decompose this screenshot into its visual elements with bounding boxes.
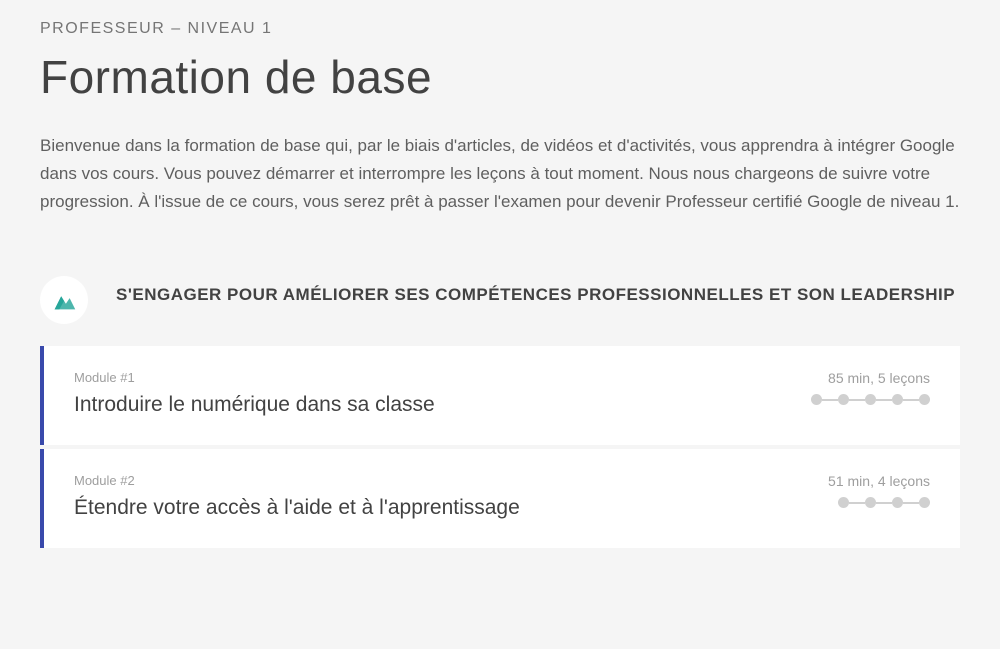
page-eyebrow: PROFESSEUR – NIVEAU 1 (40, 20, 960, 38)
module-title: Étendre votre accès à l'aide et à l'appr… (74, 496, 808, 520)
module-number: Module #2 (74, 473, 808, 488)
module-card[interactable]: Module #2 Étendre votre accès à l'aide e… (40, 449, 960, 548)
module-card[interactable]: Module #1 Introduire le numérique dans s… (40, 346, 960, 445)
mountain-icon (40, 276, 88, 324)
module-list: Module #1 Introduire le numérique dans s… (40, 346, 960, 548)
progress-indicator (811, 394, 930, 405)
progress-indicator (828, 497, 930, 508)
module-title: Introduire le numérique dans sa classe (74, 393, 791, 417)
section-title: S'ENGAGER POUR AMÉLIORER SES COMPÉTENCES… (116, 276, 955, 308)
intro-paragraph: Bienvenue dans la formation de base qui,… (40, 132, 960, 216)
module-number: Module #1 (74, 370, 791, 385)
page-title: Formation de base (40, 50, 960, 104)
section-header: S'ENGAGER POUR AMÉLIORER SES COMPÉTENCES… (40, 276, 960, 324)
module-meta: 85 min, 5 leçons (811, 370, 930, 386)
module-meta: 51 min, 4 leçons (828, 473, 930, 489)
